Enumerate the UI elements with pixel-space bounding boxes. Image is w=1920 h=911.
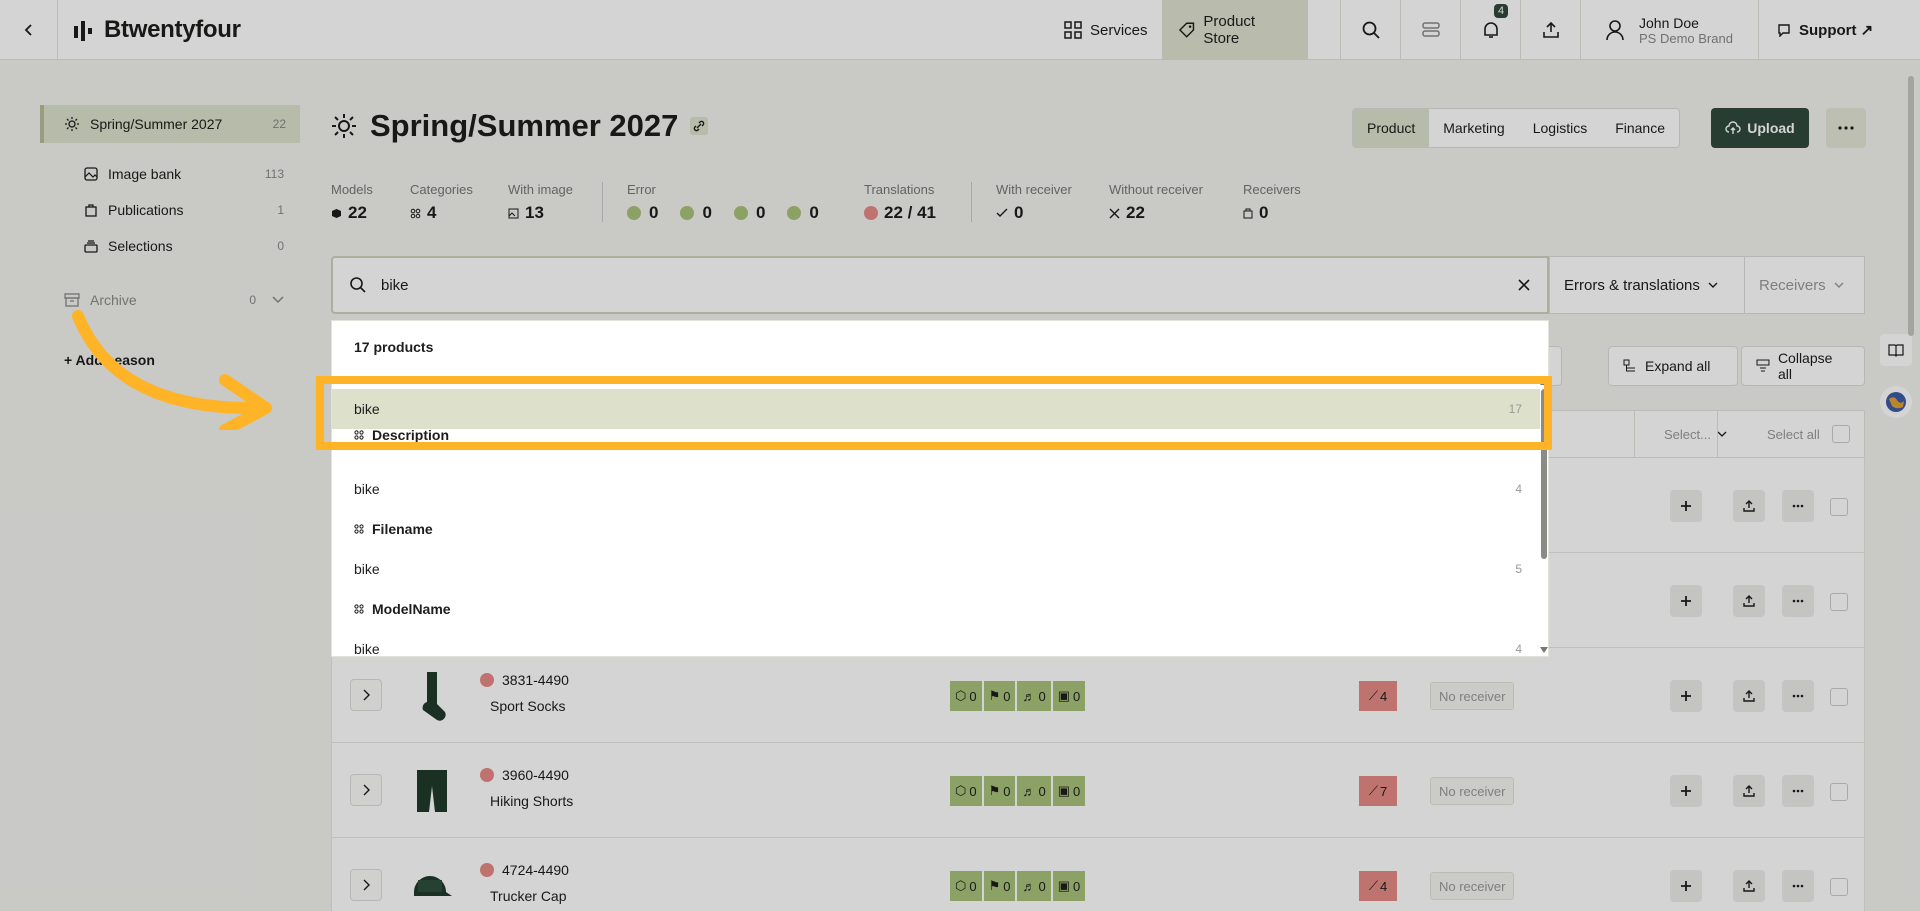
suggestion-count: 5 (1515, 562, 1522, 576)
tutorial-highlight-box (316, 376, 1552, 450)
search-suggestions-dropdown: 17 products bike 17 Description bike 4 F… (331, 320, 1549, 657)
suggestion-count: 4 (1515, 482, 1522, 496)
group-label: Filename (372, 521, 433, 537)
group-label: ModelName (372, 601, 451, 617)
suggestion-item[interactable]: bike 5 (354, 549, 1534, 589)
suggestion-item[interactable]: bike 4 (354, 629, 1534, 657)
suggestion-label: bike (354, 641, 380, 657)
suggestion-count: 4 (1515, 642, 1522, 656)
suggestion-group-filename: Filename (354, 509, 433, 549)
suggestion-label: bike (354, 481, 380, 497)
suggestion-item[interactable]: bike 4 (354, 469, 1534, 509)
suggestion-group-modelname: ModelName (354, 589, 451, 629)
result-count: 17 products (354, 339, 434, 355)
grid-icon (354, 604, 364, 614)
grid-icon (354, 524, 364, 534)
tutorial-arrow-icon (72, 310, 272, 430)
suggestion-label: bike (354, 561, 380, 577)
